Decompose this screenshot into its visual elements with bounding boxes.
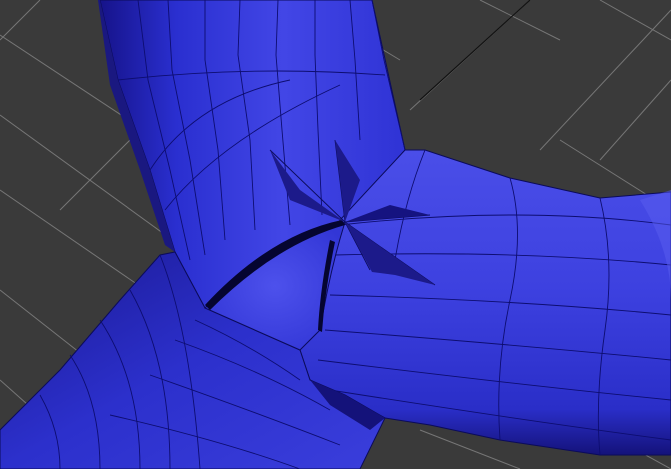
3d-viewport[interactable] (0, 0, 671, 469)
viewport-canvas[interactable] (0, 0, 671, 469)
